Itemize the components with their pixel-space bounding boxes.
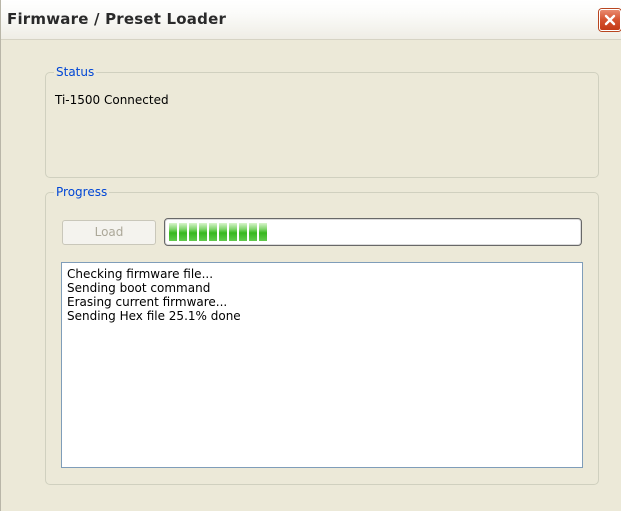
status-group: Status xyxy=(45,65,599,178)
close-button[interactable] xyxy=(599,9,621,31)
progress-segment xyxy=(199,223,207,241)
status-legend: Status xyxy=(54,65,97,79)
log-line: Sending Hex file 25.1% done xyxy=(67,309,241,323)
progress-segment xyxy=(239,223,247,241)
progress-segment xyxy=(219,223,227,241)
firmware-loader-window: Firmware / Preset Loader Status Ti-1500 … xyxy=(0,0,621,511)
log-output[interactable]: Checking firmware file... Sending boot co… xyxy=(61,262,583,468)
log-line: Erasing current firmware... xyxy=(67,295,228,309)
load-button[interactable]: Load xyxy=(62,220,156,245)
progress-segment xyxy=(169,223,177,241)
progress-legend: Progress xyxy=(54,185,110,199)
log-line: Checking firmware file... xyxy=(67,267,214,281)
upload-progress-bar xyxy=(164,218,582,246)
progress-segment xyxy=(259,223,267,241)
connection-status-text: Ti-1500 Connected xyxy=(55,93,169,107)
close-icon xyxy=(604,14,616,26)
progress-segment xyxy=(249,223,257,241)
title-bar[interactable]: Firmware / Preset Loader xyxy=(1,0,621,40)
progress-segment xyxy=(179,223,187,241)
log-line: Sending boot command xyxy=(67,281,211,295)
progress-segment xyxy=(229,223,237,241)
window-title: Firmware / Preset Loader xyxy=(7,10,227,28)
progress-segment xyxy=(189,223,197,241)
progress-segment xyxy=(209,223,217,241)
